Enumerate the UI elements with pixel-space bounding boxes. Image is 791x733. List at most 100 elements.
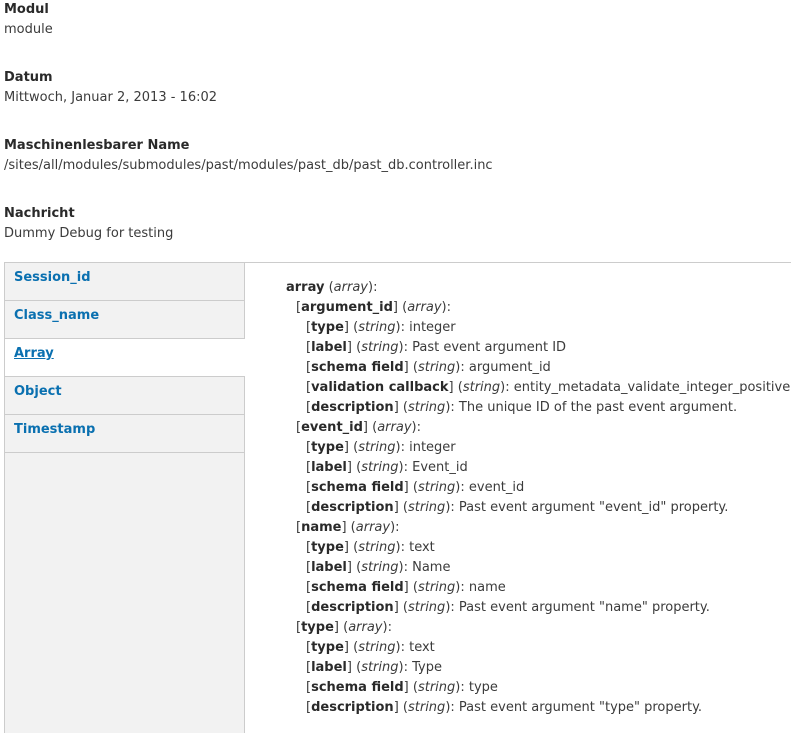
tree-type: string: [417, 480, 456, 495]
tree-key: schema field: [311, 360, 404, 375]
tree-line: [schema field] (string): argument_id: [306, 360, 551, 375]
tree-key: type: [311, 640, 344, 655]
tree-line: [type] (string): integer: [306, 440, 456, 455]
tree-type: string: [361, 340, 399, 355]
tree-line: [description] (string): The unique ID of…: [306, 400, 738, 415]
tree-type: array: [407, 300, 442, 315]
vertical-tabs-menu: Session_id Class_name Array Object Timestamp: [5, 263, 245, 733]
tree-line: [type] (array):: [296, 620, 392, 635]
tab-timestamp[interactable]: Timestamp: [5, 415, 244, 453]
field-value: Dummy Debug for testing: [4, 226, 174, 241]
tree-type: string: [407, 500, 446, 515]
tree-line: [schema field] (string): type: [306, 680, 498, 695]
tree-value: type: [468, 680, 498, 695]
tree-key: type: [311, 320, 344, 335]
tree-key: label: [311, 340, 347, 355]
tree-key: event_id: [301, 420, 363, 435]
tree-type: string: [407, 600, 446, 615]
field-value: Mittwoch, Januar 2, 2013 - 16:02: [4, 90, 218, 105]
tree-type: string: [462, 380, 501, 395]
tree-line: [validation callback] (string): entity_m…: [306, 380, 791, 395]
tree-key: schema field: [311, 480, 404, 495]
tree-type: array: [355, 520, 391, 535]
tree-type: string: [361, 460, 399, 475]
tree-key: name: [301, 520, 342, 535]
tree-key: schema field: [311, 680, 404, 695]
tab-class_name[interactable]: Class_name: [5, 301, 244, 339]
vertical-tabs: Session_id Class_name Array Object Timestamp…: [4, 262, 791, 733]
tab-object[interactable]: Object: [5, 377, 244, 415]
tree-key: schema field: [311, 580, 404, 595]
tree-value: Name: [412, 560, 451, 575]
tree-line: [schema field] (string): event_id: [306, 480, 525, 495]
tree-value: entity_metadata_validate_integer_positiv…: [513, 380, 791, 395]
tree-value: event_id: [468, 480, 525, 495]
tree-type: string: [358, 640, 396, 655]
tree-key: argument_id: [301, 300, 393, 315]
field-label: Nachricht: [4, 206, 75, 221]
tree-line: [type] (string): text: [306, 640, 435, 655]
tree-key: description: [311, 500, 394, 515]
tree-line: array (array):: [286, 280, 378, 295]
tree-key: description: [311, 600, 394, 615]
tree-type: string: [361, 560, 399, 575]
tree-line: [label] (string): Name: [306, 560, 451, 575]
tree-line: [description] (string): Past event argum…: [306, 700, 703, 715]
field-label: Modul: [4, 2, 49, 17]
tree-type: string: [417, 680, 456, 695]
tree-type: string: [407, 400, 446, 415]
tree-type: array: [333, 280, 368, 295]
tree-value: integer: [409, 320, 456, 335]
tree-line: [schema field] (string): name: [306, 580, 506, 595]
tree-key: label: [311, 560, 347, 575]
tree-value: Past event argument "type" property.: [458, 700, 703, 715]
tree-line: [type] (string): text: [306, 540, 435, 555]
tree-type: string: [361, 660, 399, 675]
tree-key: description: [311, 400, 394, 415]
tree-value: text: [409, 540, 435, 555]
tree-key: type: [301, 620, 334, 635]
field-3: Nachricht Dummy Debug for testing: [4, 204, 173, 244]
tree-key: type: [311, 440, 344, 455]
tree-value: Past event argument "event_id" property.: [458, 500, 729, 515]
field-0: Modul module: [4, 0, 53, 40]
tree-value: name: [468, 580, 506, 595]
tree-line: [label] (string): Event_id: [306, 460, 468, 475]
tab-session_id[interactable]: Session_id: [5, 263, 244, 301]
tree-type: string: [358, 540, 396, 555]
field-1: Datum Mittwoch, Januar 2, 2013 - 16:02: [4, 68, 217, 108]
tab-array[interactable]: Array: [5, 339, 245, 377]
tree-line: [type] (string): integer: [306, 320, 456, 335]
tree-key: type: [311, 540, 344, 555]
tab-pane-array: array (array): [argument_id] (array): [typ…: [286, 278, 790, 718]
tree-line: [description] (string): Past event argum…: [306, 600, 710, 615]
tree-key: array: [286, 280, 325, 295]
tree-value: text: [409, 640, 435, 655]
field-label: Maschinenlesbarer Name: [4, 138, 190, 153]
field-2: Maschinenlesbarer Name/sites/all/modules…: [4, 136, 493, 176]
tree-key: description: [311, 700, 394, 715]
tree-line: [name] (array):: [296, 520, 400, 535]
tree-line: [label] (string): Type: [306, 660, 442, 675]
tree-line: [argument_id] (array):: [296, 300, 451, 315]
tree-value: Event_id: [412, 460, 468, 475]
tree-type: string: [417, 580, 456, 595]
tree-line: [description] (string): Past event argum…: [306, 500, 729, 515]
tree-value: argument_id: [468, 360, 551, 375]
tree-type: array: [377, 420, 412, 435]
field-value: /sites/all/modules/submodules/past/modul…: [4, 158, 493, 173]
tree-value: integer: [409, 440, 456, 455]
tree-value: The unique ID of the past event argument…: [458, 400, 738, 415]
tree-type: array: [348, 620, 383, 635]
tree-type: string: [407, 700, 446, 715]
tree-line: [label] (string): Past event argument ID: [306, 340, 567, 355]
tree-type: string: [358, 440, 396, 455]
field-value: module: [4, 22, 53, 37]
tree-value: Type: [412, 660, 442, 675]
tree-type: string: [358, 320, 396, 335]
field-label: Datum: [4, 70, 53, 85]
tree-value: Past event argument "name" property.: [458, 600, 710, 615]
tree-key: label: [311, 460, 347, 475]
tree-type: string: [417, 360, 456, 375]
tree-key: label: [311, 660, 347, 675]
